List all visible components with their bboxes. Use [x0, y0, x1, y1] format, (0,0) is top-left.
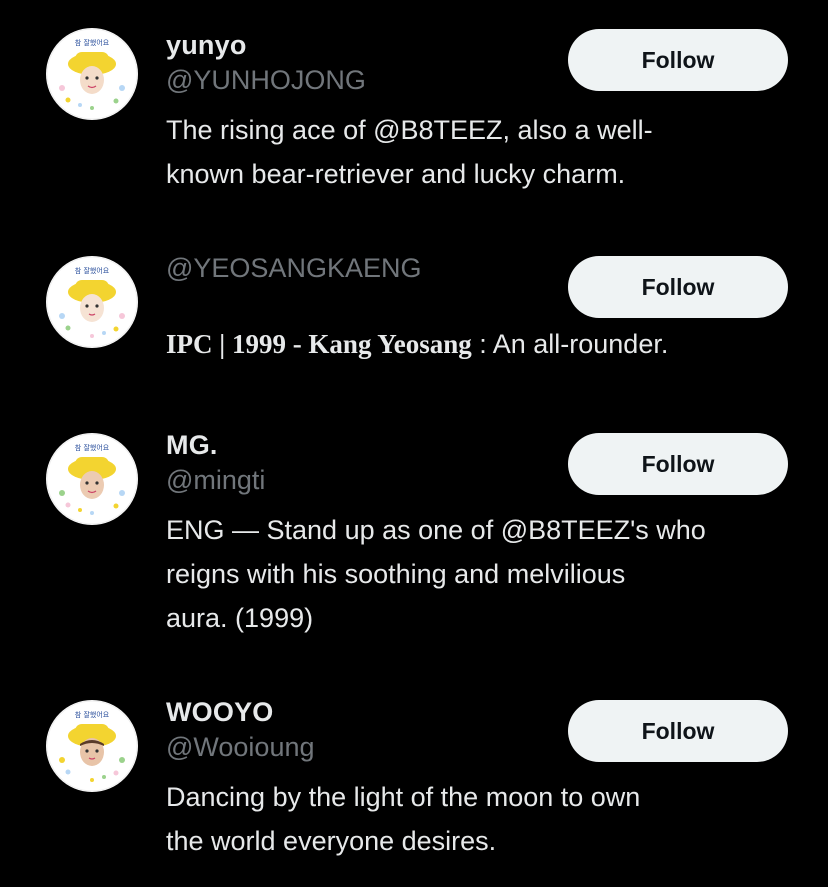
avatar[interactable]: 참 잘했어요 [46, 28, 138, 120]
sticker-avatar-image: 참 잘했어요 [46, 28, 138, 120]
follow-button[interactable]: Follow [568, 29, 788, 91]
sticker-avatar-image: 참 잘했어요 [46, 433, 138, 525]
sticker-avatar-image: 참 잘했어요 [46, 256, 138, 348]
sticker-avatar-image: 참 잘했어요 [46, 700, 138, 792]
avatar[interactable]: 참 잘했어요 [46, 256, 138, 348]
avatar-caption: 참 잘했어요 [75, 710, 110, 719]
avatar-caption: 참 잘했어요 [75, 443, 110, 452]
follow-button[interactable]: Follow [568, 700, 788, 762]
bio: ENG — Stand up as one of @B8TEEZ's who r… [166, 515, 706, 633]
avatar-caption: 참 잘했어요 [75, 38, 110, 47]
bio: Dancing by the light of the moon to own … [166, 782, 641, 856]
avatar[interactable]: 참 잘했어요 [46, 700, 138, 792]
avatar[interactable]: 참 잘했어요 [46, 433, 138, 525]
follow-button[interactable]: Follow [568, 433, 788, 495]
bio: The rising ace of @B8TEEZ, also a well- … [166, 115, 653, 189]
bio: IPC | 1999 - Kang Yeosang : An all-round… [166, 329, 669, 359]
avatar-caption: 참 잘했어요 [75, 266, 110, 275]
follow-button[interactable]: Follow [568, 256, 788, 318]
